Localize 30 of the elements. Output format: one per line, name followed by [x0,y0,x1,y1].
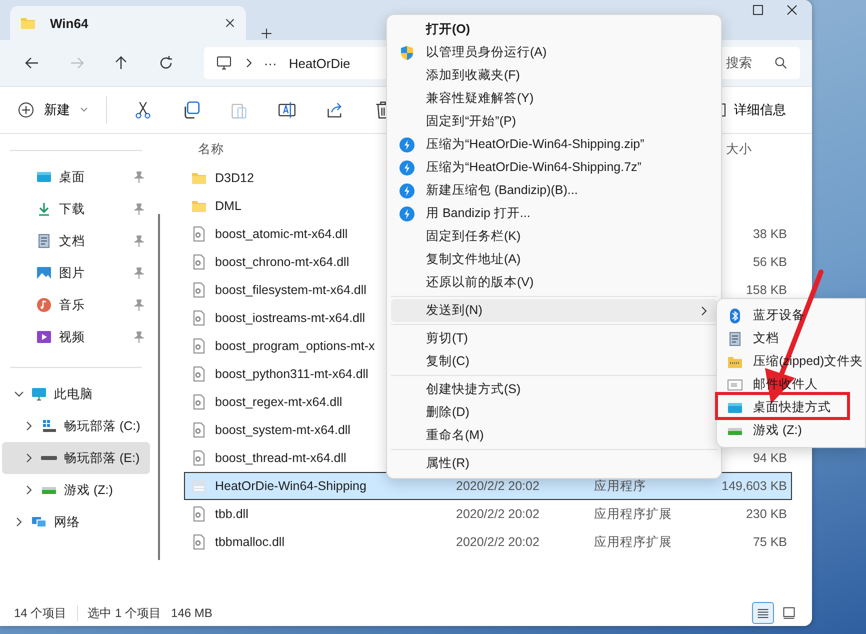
file-type: 应用程序 [594,478,646,492]
file-name: boost_iostreams-mt-x64.dll [215,311,366,325]
selection-count: 选中 1 个项目 [88,604,162,622]
file-date: 2020/2/2 20:02 [456,479,540,493]
file-date: 2020/2/2 20:02 [456,507,540,521]
file-name: boost_regex-mt-x64.dll [215,395,342,409]
file-size: 56 KB [752,255,787,269]
file-type: 应用程序扩展 [594,506,672,520]
item-count: 14 个项目 [14,604,67,622]
file-size: 149,603 KB [722,479,787,493]
file-name: boost_atomic-mt-x64.dll [215,227,348,241]
file-name: tbbmalloc.dll [215,535,284,549]
file-name: boost_program_options-mt-x [215,339,375,353]
file-name: boost_python311-mt-x64.dll [215,367,368,381]
file-name: boost_system-mt-x64.dll [215,423,350,437]
file-name: D3D12 [215,171,254,185]
file-size: 230 KB [746,507,787,521]
file-date: 2020/2/2 20:02 [456,535,540,549]
file-name: boost_thread-mt-x64.dll [215,451,346,465]
file-type: 应用程序扩展 [594,534,672,548]
selection-size: 146 MB [171,606,212,620]
file-name: tbb.dll [215,507,248,521]
file-name: boost_filesystem-mt-x64.dll [215,283,366,297]
file-size: 75 KB [752,535,787,549]
file-size: 38 KB [752,227,787,241]
file-name: DML [215,199,242,213]
file-name: boost_chrono-mt-x64.dll [215,255,350,269]
file-name: HeatOrDie-Win64-Shipping [215,479,366,493]
file-size: 158 KB [746,283,787,297]
file-size: 94 KB [752,451,787,465]
